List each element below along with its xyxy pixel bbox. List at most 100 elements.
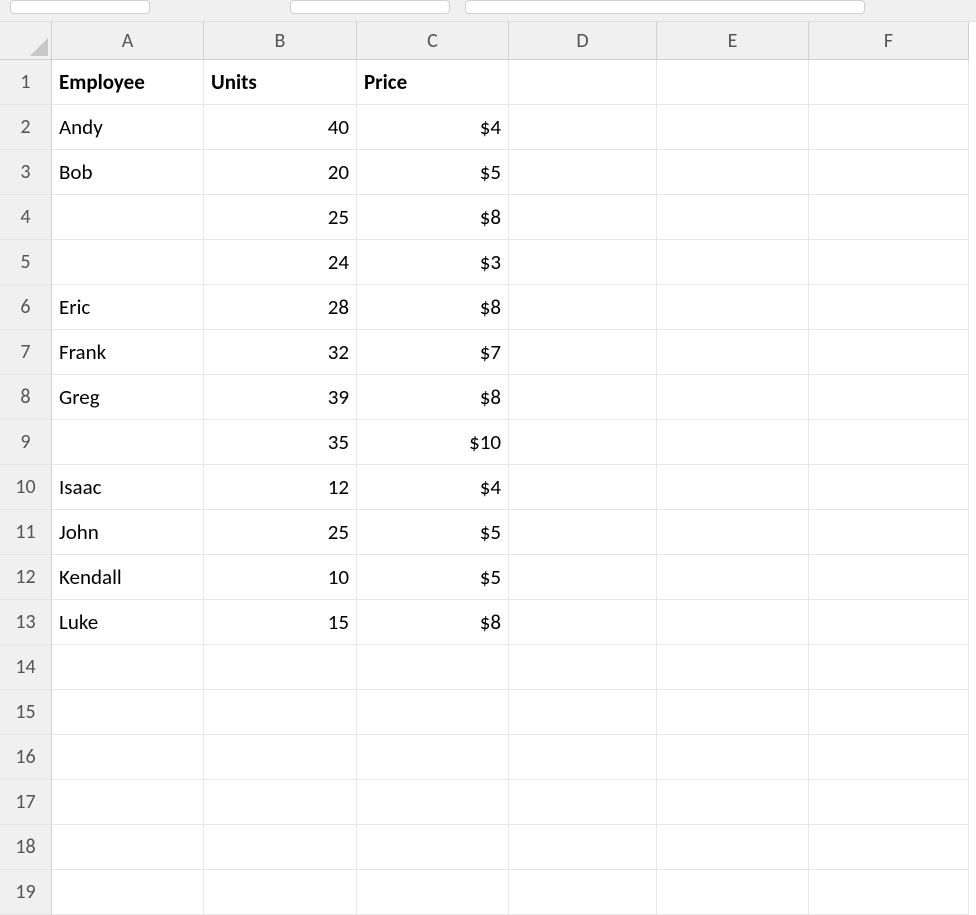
employee-cell[interactable]: Bob (52, 150, 204, 195)
units-cell[interactable]: 12 (204, 465, 357, 510)
row-header-18[interactable]: 18 (0, 825, 52, 870)
cell-F2[interactable] (809, 105, 969, 150)
price-cell[interactable]: $7 (357, 330, 509, 375)
cell-B15[interactable] (204, 690, 357, 735)
cell-E2[interactable] (657, 105, 809, 150)
cell-B14[interactable] (204, 645, 357, 690)
row-header-11[interactable]: 11 (0, 510, 52, 555)
toolbar-segment[interactable] (290, 0, 450, 14)
cell-F17[interactable] (809, 780, 969, 825)
row-header-14[interactable]: 14 (0, 645, 52, 690)
spreadsheet-grid[interactable]: ABCDEF1EmployeeUnitsPrice2Andy40$43Bob20… (0, 22, 976, 915)
header-units[interactable]: Units (204, 60, 357, 105)
cell-E11[interactable] (657, 510, 809, 555)
cell-E7[interactable] (657, 330, 809, 375)
row-header-15[interactable]: 15 (0, 690, 52, 735)
price-cell[interactable]: $8 (357, 600, 509, 645)
cell-D12[interactable] (509, 555, 657, 600)
cell-E16[interactable] (657, 735, 809, 780)
price-cell[interactable]: $8 (357, 195, 509, 240)
units-cell[interactable]: 25 (204, 510, 357, 555)
cell-E10[interactable] (657, 465, 809, 510)
cell-F6[interactable] (809, 285, 969, 330)
cell-D19[interactable] (509, 870, 657, 915)
price-cell[interactable]: $8 (357, 375, 509, 420)
header-employee[interactable]: Employee (52, 60, 204, 105)
employee-cell[interactable]: Luke (52, 600, 204, 645)
column-header-D[interactable]: D (509, 22, 657, 60)
price-cell[interactable]: $8 (357, 285, 509, 330)
cell-F8[interactable] (809, 375, 969, 420)
row-header-17[interactable]: 17 (0, 780, 52, 825)
cell-E1[interactable] (657, 60, 809, 105)
cell-F9[interactable] (809, 420, 969, 465)
cell-D10[interactable] (509, 465, 657, 510)
units-cell[interactable]: 32 (204, 330, 357, 375)
row-header-7[interactable]: 7 (0, 330, 52, 375)
cell-F1[interactable] (809, 60, 969, 105)
cell-D11[interactable] (509, 510, 657, 555)
employee-cell[interactable]: Isaac (52, 465, 204, 510)
cell-D2[interactable] (509, 105, 657, 150)
cell-D8[interactable] (509, 375, 657, 420)
price-cell[interactable]: $4 (357, 105, 509, 150)
cell-E3[interactable] (657, 150, 809, 195)
units-cell[interactable]: 10 (204, 555, 357, 600)
cell-E18[interactable] (657, 825, 809, 870)
cell-D3[interactable] (509, 150, 657, 195)
cell-F13[interactable] (809, 600, 969, 645)
cell-A18[interactable] (52, 825, 204, 870)
column-header-C[interactable]: C (357, 22, 509, 60)
employee-cell[interactable]: Kendall (52, 555, 204, 600)
row-header-12[interactable]: 12 (0, 555, 52, 600)
cell-C16[interactable] (357, 735, 509, 780)
row-header-5[interactable]: 5 (0, 240, 52, 285)
row-header-16[interactable]: 16 (0, 735, 52, 780)
cell-E6[interactable] (657, 285, 809, 330)
cell-E19[interactable] (657, 870, 809, 915)
row-header-13[interactable]: 13 (0, 600, 52, 645)
row-header-1[interactable]: 1 (0, 60, 52, 105)
units-cell[interactable]: 20 (204, 150, 357, 195)
employee-cell[interactable]: Greg (52, 375, 204, 420)
row-header-4[interactable]: 4 (0, 195, 52, 240)
units-cell[interactable]: 35 (204, 420, 357, 465)
units-cell[interactable]: 24 (204, 240, 357, 285)
cell-F15[interactable] (809, 690, 969, 735)
name-box[interactable] (10, 0, 150, 14)
cell-D15[interactable] (509, 690, 657, 735)
cell-F3[interactable] (809, 150, 969, 195)
cell-B19[interactable] (204, 870, 357, 915)
cell-F18[interactable] (809, 825, 969, 870)
cell-B17[interactable] (204, 780, 357, 825)
row-header-6[interactable]: 6 (0, 285, 52, 330)
formula-bar[interactable] (465, 0, 865, 14)
cell-F7[interactable] (809, 330, 969, 375)
price-cell[interactable]: $5 (357, 555, 509, 600)
cell-C19[interactable] (357, 870, 509, 915)
cell-D9[interactable] (509, 420, 657, 465)
row-header-2[interactable]: 2 (0, 105, 52, 150)
employee-cell[interactable] (52, 420, 204, 465)
row-header-8[interactable]: 8 (0, 375, 52, 420)
cell-C18[interactable] (357, 825, 509, 870)
cell-D1[interactable] (509, 60, 657, 105)
cell-E14[interactable] (657, 645, 809, 690)
cell-F10[interactable] (809, 465, 969, 510)
cell-D14[interactable] (509, 645, 657, 690)
cell-A14[interactable] (52, 645, 204, 690)
price-cell[interactable]: $3 (357, 240, 509, 285)
employee-cell[interactable] (52, 240, 204, 285)
cell-E5[interactable] (657, 240, 809, 285)
price-cell[interactable]: $4 (357, 465, 509, 510)
cell-D6[interactable] (509, 285, 657, 330)
header-price[interactable]: Price (357, 60, 509, 105)
cell-E12[interactable] (657, 555, 809, 600)
cell-D18[interactable] (509, 825, 657, 870)
cell-D5[interactable] (509, 240, 657, 285)
price-cell[interactable]: $5 (357, 150, 509, 195)
cell-B18[interactable] (204, 825, 357, 870)
cell-F16[interactable] (809, 735, 969, 780)
row-header-3[interactable]: 3 (0, 150, 52, 195)
column-header-E[interactable]: E (657, 22, 809, 60)
